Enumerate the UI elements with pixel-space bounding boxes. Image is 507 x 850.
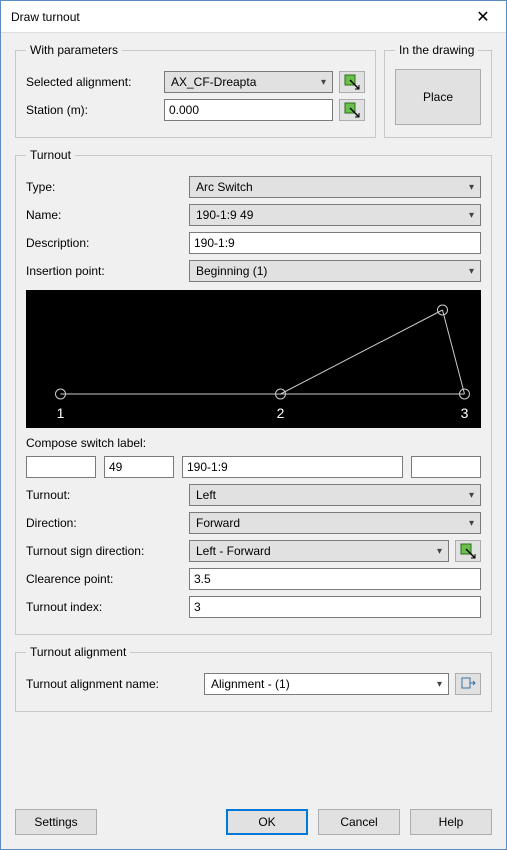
pick-alignment-icon-button[interactable] <box>339 71 365 93</box>
pick-sign-direction-icon-button[interactable] <box>455 540 481 562</box>
help-label: Help <box>439 815 464 829</box>
compose-input-3[interactable] <box>182 456 403 478</box>
type-label: Type: <box>26 180 181 194</box>
settings-button[interactable]: Settings <box>15 809 97 835</box>
chevron-down-icon: ▾ <box>469 182 474 193</box>
ok-button[interactable]: OK <box>226 809 308 835</box>
name-select[interactable]: 190-1:9 49 ▾ <box>189 204 481 226</box>
pick-station-icon-button[interactable] <box>339 99 365 121</box>
chevron-down-icon: ▾ <box>469 490 474 501</box>
chevron-down-icon: ▾ <box>469 210 474 221</box>
close-button[interactable]: ✕ <box>460 1 506 33</box>
sign-direction-label: Turnout sign direction: <box>26 544 181 558</box>
chevron-down-icon: ▾ <box>437 679 442 690</box>
sign-direction-value: Left - Forward <box>196 544 271 558</box>
clearance-input[interactable] <box>189 568 481 590</box>
description-input[interactable] <box>189 232 481 254</box>
direction-select[interactable]: Forward ▾ <box>189 512 481 534</box>
ok-label: OK <box>258 815 275 829</box>
direction-label: Direction: <box>26 516 181 530</box>
turnout-index-input[interactable] <box>189 596 481 618</box>
selected-alignment-label: Selected alignment: <box>26 75 156 89</box>
insertion-point-select[interactable]: Beginning (1) ▾ <box>189 260 481 282</box>
sign-direction-select[interactable]: Left - Forward ▾ <box>189 540 449 562</box>
help-button[interactable]: Help <box>410 809 492 835</box>
turnout-alignment-group: Turnout alignment Turnout alignment name… <box>15 645 492 712</box>
selected-alignment-value: AX_CF-Dreapta <box>171 75 256 89</box>
dialog-window: Draw turnout ✕ With parameters Selected … <box>0 0 507 850</box>
close-icon: ✕ <box>476 7 489 27</box>
name-value: 190-1:9 49 <box>196 208 253 222</box>
turnout-side-select[interactable]: Left ▾ <box>189 484 481 506</box>
turnout-index-label: Turnout index: <box>26 600 181 614</box>
turnout-side-label: Turnout: <box>26 488 181 502</box>
in-the-drawing-legend: In the drawing <box>395 43 478 57</box>
with-parameters-group: With parameters Selected alignment: AX_C… <box>15 43 376 138</box>
name-label: Name: <box>26 208 181 222</box>
diagram-point-3: 3 <box>461 405 469 421</box>
place-button[interactable]: Place <box>395 69 481 125</box>
compose-input-1[interactable] <box>26 456 96 478</box>
turnout-side-value: Left <box>196 488 216 502</box>
pick-sign-direction-icon <box>460 543 476 559</box>
settings-label: Settings <box>34 815 77 829</box>
dialog-button-bar: Settings OK Cancel Help <box>1 803 506 849</box>
compose-label: Compose switch label: <box>26 436 481 450</box>
diagram-point-2: 2 <box>277 405 285 421</box>
window-title: Draw turnout <box>11 10 80 24</box>
station-label: Station (m): <box>26 103 156 117</box>
turnout-alignment-name-label: Turnout alignment name: <box>26 677 196 691</box>
pick-station-icon <box>344 102 360 118</box>
selected-alignment-select[interactable]: AX_CF-Dreapta ▾ <box>164 71 333 93</box>
with-parameters-legend: With parameters <box>26 43 122 57</box>
pick-alignment-icon <box>344 74 360 90</box>
turnout-legend: Turnout <box>26 148 75 162</box>
diagram-point-1: 1 <box>57 405 65 421</box>
chevron-down-icon: ▾ <box>437 546 442 557</box>
alignment-action-icon <box>460 676 476 692</box>
compose-input-2[interactable] <box>104 456 174 478</box>
in-the-drawing-group: In the drawing Place <box>384 43 492 138</box>
title-bar: Draw turnout ✕ <box>1 1 506 33</box>
turnout-alignment-legend: Turnout alignment <box>26 645 130 659</box>
cancel-button[interactable]: Cancel <box>318 809 400 835</box>
dialog-content: With parameters Selected alignment: AX_C… <box>1 33 506 803</box>
insertion-point-value: Beginning (1) <box>196 264 267 278</box>
chevron-down-icon: ▾ <box>469 518 474 529</box>
insertion-point-label: Insertion point: <box>26 264 181 278</box>
description-label: Description: <box>26 236 181 250</box>
chevron-down-icon: ▾ <box>321 77 326 88</box>
place-label: Place <box>423 90 453 104</box>
alignment-action-icon-button[interactable] <box>455 673 481 695</box>
chevron-down-icon: ▾ <box>469 266 474 277</box>
turnout-diagram: 1 2 3 <box>26 290 481 428</box>
clearance-label: Clearence point: <box>26 572 181 586</box>
compose-row <box>26 456 481 478</box>
station-input[interactable] <box>164 99 333 121</box>
turnout-group: Turnout Type: Arc Switch ▾ Name: 190-1:9… <box>15 148 492 635</box>
direction-value: Forward <box>196 516 240 530</box>
compose-input-4[interactable] <box>411 456 481 478</box>
cancel-label: Cancel <box>340 815 377 829</box>
type-select[interactable]: Arc Switch ▾ <box>189 176 481 198</box>
type-value: Arc Switch <box>196 180 253 194</box>
turnout-alignment-name-select[interactable]: Alignment - (1) ▾ <box>204 673 449 695</box>
turnout-alignment-name-value: Alignment - (1) <box>211 677 290 691</box>
